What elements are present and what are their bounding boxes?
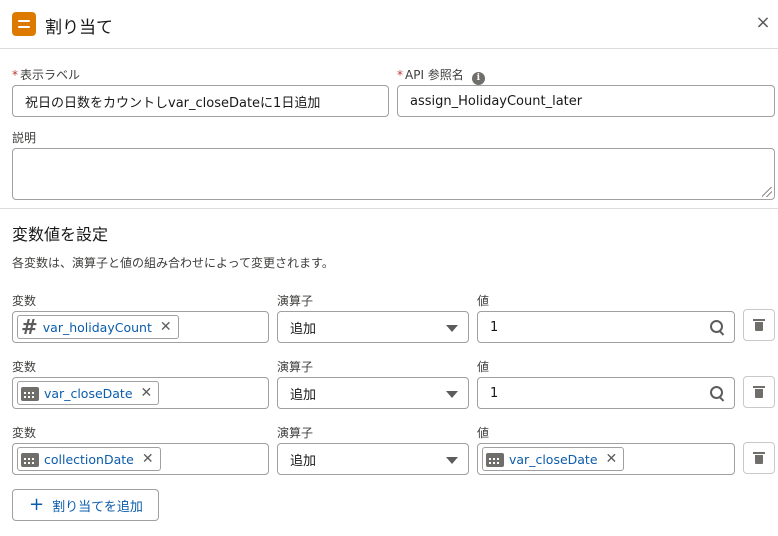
assignment-icon xyxy=(12,12,36,36)
value-column-label: 値 xyxy=(477,360,490,374)
search-icon xyxy=(710,386,724,400)
plus-icon: + xyxy=(29,494,45,515)
resize-grip-icon[interactable] xyxy=(762,187,772,197)
variable-pill[interactable]: var_closeDate ✕ xyxy=(17,381,160,405)
operator-select[interactable]: 追加 xyxy=(277,377,469,409)
operator-select[interactable]: 追加 xyxy=(277,443,469,475)
label-field-label: * 表示ラベル xyxy=(12,68,81,82)
caret-down-icon xyxy=(446,391,458,398)
calendar-icon xyxy=(21,385,39,401)
delete-row-button[interactable] xyxy=(743,376,775,408)
search-icon xyxy=(710,320,724,334)
close-icon[interactable]: × xyxy=(754,14,772,32)
value-input[interactable]: 1 xyxy=(477,311,735,343)
operator-column-label: 演算子 xyxy=(277,360,314,374)
calendar-icon xyxy=(486,451,504,467)
section-title: 変数値を設定 xyxy=(12,225,109,244)
variable-field[interactable]: # var_holidayCount ✕ xyxy=(12,311,269,343)
hash-icon: # xyxy=(21,315,38,339)
variable-field[interactable]: var_closeDate ✕ xyxy=(12,377,269,409)
value-pill[interactable]: var_closeDate ✕ xyxy=(482,447,625,471)
trash-icon xyxy=(753,318,765,332)
trash-icon xyxy=(753,385,765,399)
value-column-label: 値 xyxy=(477,426,490,440)
variable-field[interactable]: collectionDate ✕ xyxy=(12,443,269,475)
remove-icon[interactable]: ✕ xyxy=(160,319,172,335)
delete-row-button[interactable] xyxy=(743,442,775,474)
variable-pill[interactable]: collectionDate ✕ xyxy=(17,447,161,471)
description-label: 説明 xyxy=(12,131,37,145)
caret-down-icon xyxy=(446,325,458,332)
operator-column-label: 演算子 xyxy=(277,294,314,308)
description-textarea[interactable] xyxy=(12,148,775,200)
remove-icon[interactable]: ✕ xyxy=(606,451,618,467)
delete-row-button[interactable] xyxy=(743,309,775,341)
modal-header: 割り当て × xyxy=(0,0,778,49)
value-input[interactable]: 1 xyxy=(477,377,735,409)
page-title: 割り当て xyxy=(45,18,113,38)
operator-select[interactable]: 追加 xyxy=(277,311,469,343)
add-assignment-button[interactable]: + 割り当てを追加 xyxy=(12,489,159,521)
value-input[interactable]: var_closeDate ✕ xyxy=(477,443,735,475)
variable-pill[interactable]: # var_holidayCount ✕ xyxy=(17,315,179,339)
divider xyxy=(0,208,778,209)
variable-column-label: 変数 xyxy=(12,294,37,308)
remove-icon[interactable]: ✕ xyxy=(141,385,153,401)
section-description: 各変数は、演算子と値の組み合わせによって変更されます。 xyxy=(12,256,334,270)
value-column-label: 値 xyxy=(477,294,490,308)
info-icon[interactable]: i xyxy=(471,72,485,85)
variable-column-label: 変数 xyxy=(12,426,37,440)
operator-column-label: 演算子 xyxy=(277,426,314,440)
calendar-icon xyxy=(21,451,39,467)
variable-column-label: 変数 xyxy=(12,360,37,374)
api-name-input[interactable]: assign_HolidayCount_later xyxy=(397,85,775,117)
remove-icon[interactable]: ✕ xyxy=(142,451,154,467)
caret-down-icon xyxy=(446,457,458,464)
label-input[interactable]: 祝日の日数をカウントしvar_closeDateに1日追加 xyxy=(12,85,389,117)
trash-icon xyxy=(753,451,765,465)
api-name-label: * API 参照名 i xyxy=(397,66,485,85)
